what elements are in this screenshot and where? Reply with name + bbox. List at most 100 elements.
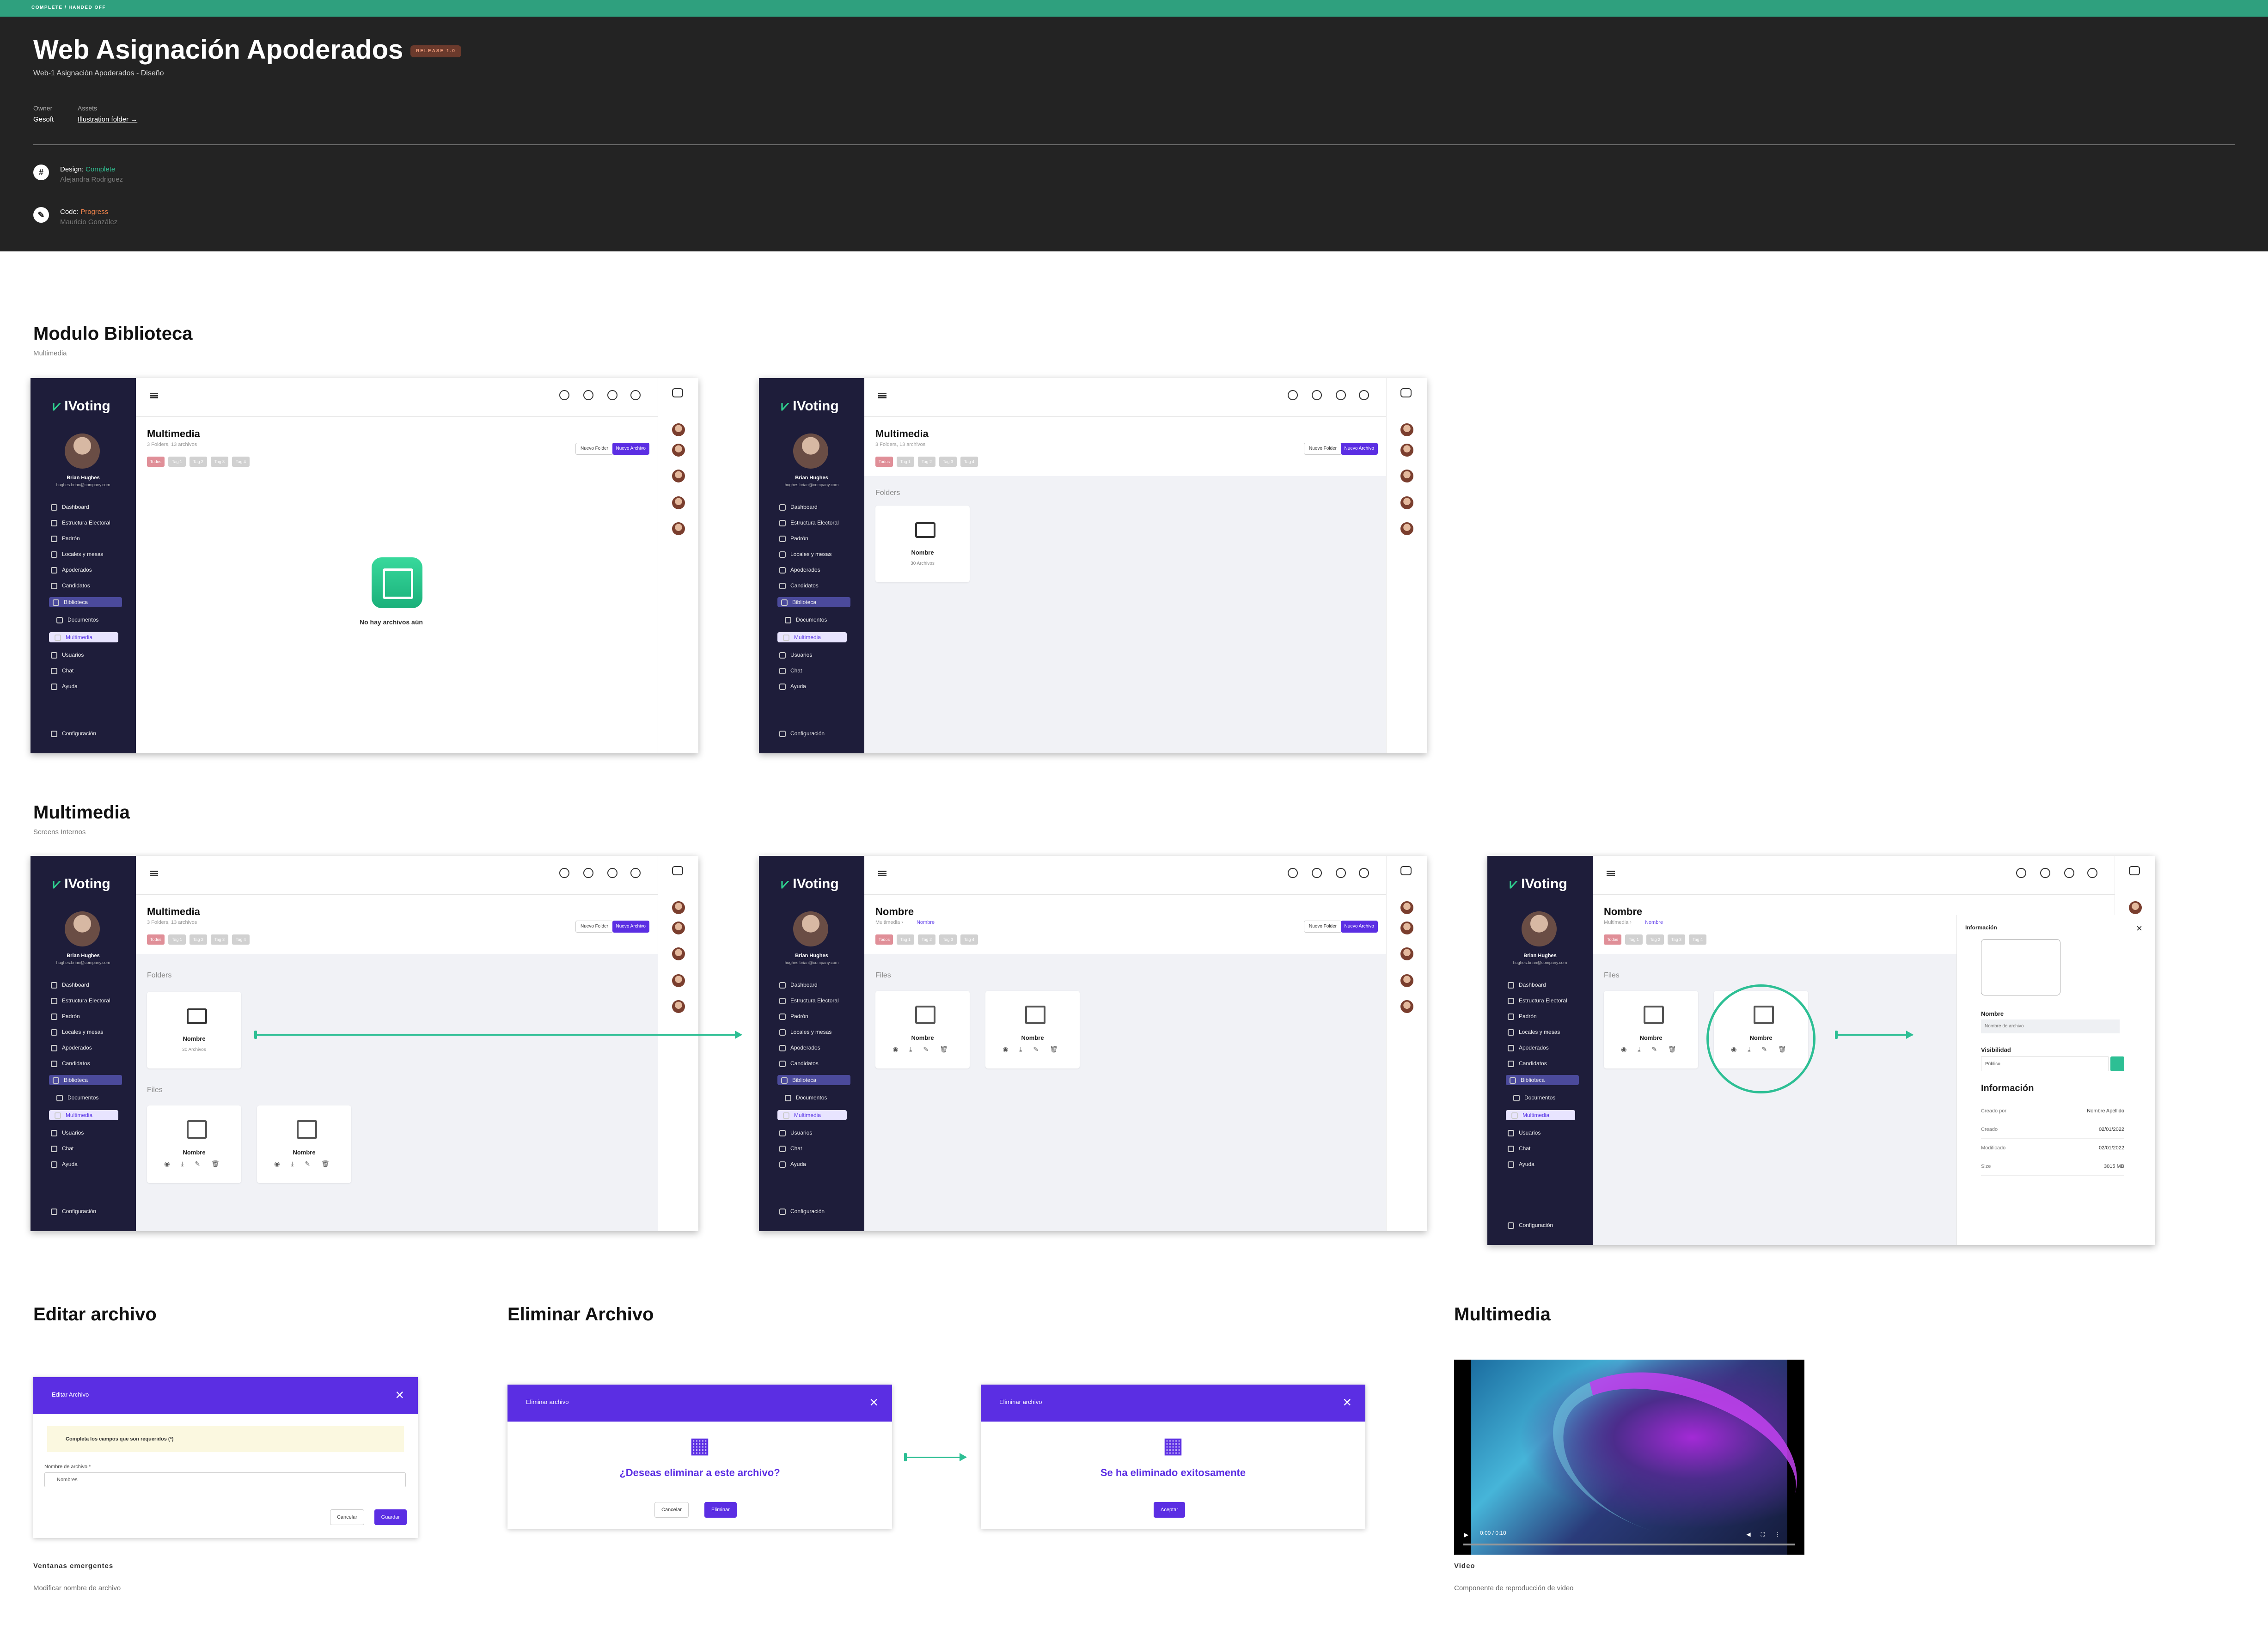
sidebar-item[interactable]: Dashboard [51,502,89,512]
name-input[interactable]: Nombre de archivo [1981,1019,2120,1033]
tag-chip[interactable]: Tag 2 [190,934,207,945]
sidebar-item-config[interactable]: Configuración [51,1206,96,1216]
tag-chip[interactable]: Tag 3 [211,457,228,467]
avatar[interactable] [1400,423,1413,436]
sidebar-item[interactable]: Locales y mesas [1508,1027,1560,1037]
card-actions[interactable]: ◉ ⤓ ✎ 🗑 [985,1045,1080,1053]
sidebar-item[interactable]: Candidatos [51,580,90,591]
account-icon[interactable] [630,390,641,400]
tag-chip[interactable]: Tag 2 [918,457,935,467]
avatar[interactable] [1400,444,1413,457]
sidebar-item[interactable]: Usuarios [51,1128,84,1138]
avatar[interactable] [1400,470,1413,482]
sidebar-item[interactable]: Chat [1508,1143,1530,1154]
menu-icon[interactable] [150,871,158,876]
tag-chip[interactable]: Tag 1 [1625,934,1643,945]
tag-chip[interactable]: Tag 4 [232,457,250,467]
cancel-button[interactable]: Cancelar [654,1502,689,1518]
video-player[interactable]: ▶ 0:00 / 0:10 ◀⛶⋮ [1454,1360,1804,1555]
file-card[interactable]: Nombre ◉ ⤓ ✎ 🗑 [1604,991,1698,1068]
card-actions[interactable]: ◉ ⤓ ✎ 🗑 [875,1045,970,1053]
avatar[interactable] [672,922,685,934]
tag-chip[interactable]: Tag 2 [918,934,935,945]
bookmark-icon[interactable] [583,390,593,400]
sidebar-item-config[interactable]: Configuración [1508,1220,1553,1230]
new-file-button[interactable]: Nuevo Archivo [1340,921,1378,933]
filename-input[interactable]: Nombres [44,1472,406,1487]
card-actions[interactable]: ◉ ⤓ ✎ 🗑 [1604,1045,1698,1053]
bookmark-icon[interactable] [2040,868,2050,878]
chat-icon[interactable] [672,866,683,875]
video-controls[interactable]: ◀⛶⋮ [1746,1531,1791,1538]
chat-icon[interactable] [672,388,683,397]
sidebar-item[interactable]: Padrón [51,1011,80,1021]
bookmark-icon[interactable] [1312,868,1322,878]
play-icon[interactable]: ▶ [1464,1532,1468,1538]
sidebar-item[interactable]: Documentos [785,1093,827,1103]
visibility-select[interactable]: Público [1981,1056,2109,1071]
file-card[interactable]: Nombre ◉ ⤓ ✎ 🗑 [985,991,1080,1068]
sidebar-item[interactable]: Biblioteca [49,597,122,607]
tag-chip[interactable]: Todos [1604,934,1621,945]
account-icon[interactable] [1359,868,1369,878]
sidebar-item[interactable]: Ayuda [779,1159,806,1169]
sidebar-item[interactable]: Usuarios [1508,1128,1541,1138]
menu-icon[interactable] [1607,871,1615,876]
chat-icon[interactable] [2129,866,2140,875]
avatar[interactable] [672,974,685,987]
search-icon[interactable] [1288,390,1298,400]
sidebar-item[interactable]: Apoderados [51,1043,92,1053]
sidebar-item[interactable]: Estructura Electoral [779,518,839,528]
avatar[interactable] [1400,901,1413,914]
new-file-button[interactable]: Nuevo Archivo [612,921,649,933]
cancel-button[interactable]: Cancelar [330,1509,364,1525]
bell-icon[interactable] [2064,868,2074,878]
file-card[interactable]: Nombre ◉ ⤓ ✎ 🗑 [147,1105,241,1183]
close-icon[interactable]: × [1343,1394,1351,1411]
chat-icon[interactable] [1400,388,1412,397]
avatar[interactable] [1400,922,1413,934]
accept-button[interactable]: Aceptar [1154,1502,1185,1518]
sidebar-item[interactable]: Documentos [785,615,827,625]
tag-chip[interactable]: Tag 4 [1689,934,1706,945]
sidebar-item[interactable]: Usuarios [779,1128,812,1138]
sidebar-item[interactable]: Apoderados [779,1043,820,1053]
sidebar-item[interactable]: Documentos [1513,1093,1555,1103]
new-folder-button[interactable]: Nuevo Folder [1303,443,1342,455]
tag-chip[interactable]: Tag 4 [960,934,978,945]
sidebar-item[interactable]: Chat [779,1143,802,1154]
avatar[interactable] [672,947,685,960]
sidebar-item[interactable]: Estructura Electoral [51,995,110,1006]
sidebar-item[interactable]: Chat [779,665,802,676]
account-icon[interactable] [1359,390,1369,400]
tag-chip[interactable]: Tag 2 [190,457,207,467]
avatar[interactable] [2129,901,2142,914]
menu-icon[interactable] [878,393,886,398]
sidebar-item[interactable]: Candidatos [779,580,819,591]
bell-icon[interactable] [607,868,617,878]
video-progress[interactable] [1463,1544,1795,1545]
tag-chip[interactable]: Tag 1 [897,934,914,945]
sidebar-item[interactable]: Biblioteca [49,1075,122,1085]
sidebar-item[interactable]: Documentos [56,1093,98,1103]
sidebar-item[interactable]: Ayuda [51,681,78,691]
save-button[interactable]: Guardar [374,1509,407,1525]
file-card[interactable]: Nombre ◉ ⤓ ✎ 🗑 [875,991,970,1068]
sidebar-item[interactable]: Candidatos [1508,1058,1547,1068]
new-folder-button[interactable]: Nuevo Folder [575,443,613,455]
card-actions[interactable]: ◉ ⤓ ✎ 🗑 [257,1160,351,1168]
bell-icon[interactable] [1336,868,1346,878]
new-folder-button[interactable]: Nuevo Folder [575,921,613,933]
sidebar-item[interactable]: Locales y mesas [51,1027,103,1037]
close-icon[interactable]: × [395,1386,404,1404]
sidebar-item[interactable]: Multimedia [49,1110,118,1120]
sidebar-item[interactable]: Biblioteca [777,1075,850,1085]
avatar[interactable] [672,1000,685,1013]
new-folder-button[interactable]: Nuevo Folder [1303,921,1342,933]
account-icon[interactable] [2087,868,2097,878]
new-file-button[interactable]: Nuevo Archivo [1340,443,1378,455]
avatar[interactable] [1400,496,1413,509]
sidebar-item[interactable]: Ayuda [779,681,806,691]
close-icon[interactable]: × [2136,922,2142,934]
sidebar-item[interactable]: Dashboard [51,980,89,990]
